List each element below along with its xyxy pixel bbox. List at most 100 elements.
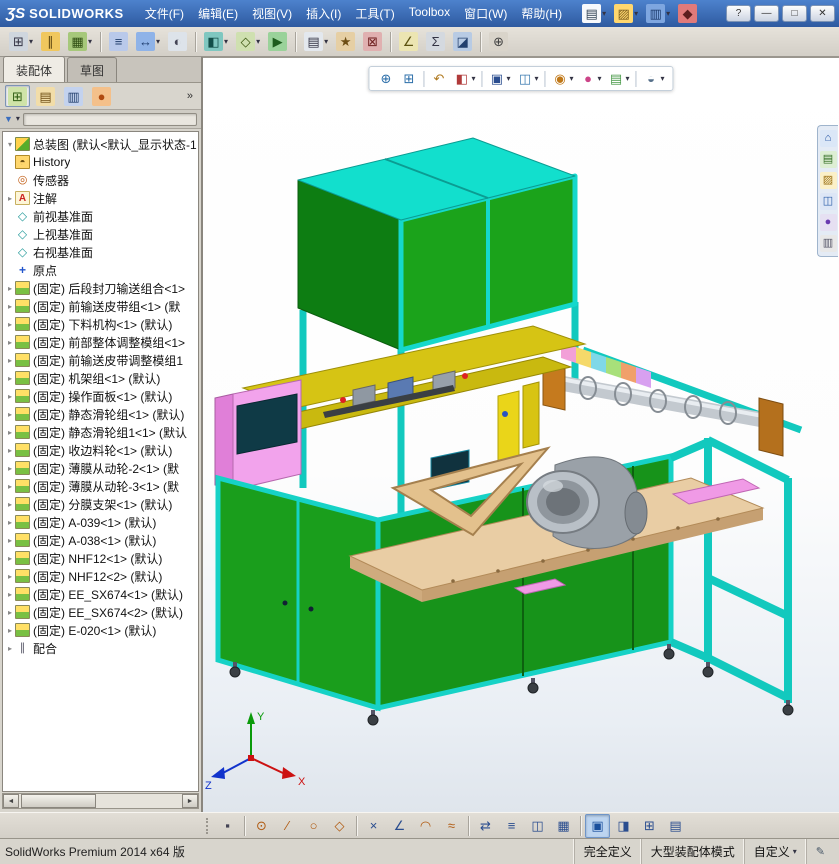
scroll-track[interactable] bbox=[19, 794, 182, 808]
tree-item-component[interactable]: ▸ (固定) A-038<1> (默认) bbox=[5, 531, 198, 549]
menu-tools[interactable]: 工具(T) bbox=[348, 1, 401, 26]
dropdown-arrow-icon[interactable]: ▾ bbox=[224, 37, 228, 47]
assembly-3d-model[interactable]: Y X Z bbox=[203, 58, 839, 812]
rebuild-icon[interactable]: ◆ bbox=[675, 2, 700, 26]
dropdown-arrow-icon[interactable]: ▾ bbox=[602, 9, 606, 19]
save-icon[interactable]: ▥ ▾ bbox=[643, 2, 673, 26]
expand-caret-icon[interactable]: ▸ bbox=[5, 284, 15, 293]
file-explorer-icon[interactable]: ▨ bbox=[819, 171, 838, 190]
expand-caret-icon[interactable]: ▸ bbox=[5, 356, 15, 365]
menu-toolbox[interactable]: Toolbox bbox=[402, 1, 457, 26]
menu-view[interactable]: 视图(V) bbox=[245, 1, 299, 26]
expand-caret-icon[interactable]: ▸ bbox=[5, 482, 15, 491]
tree-item-annotations[interactable]: ▸ A 注解 bbox=[5, 189, 198, 207]
exploded-view-icon[interactable]: ★ bbox=[333, 30, 358, 54]
tree-item-component[interactable]: ▸ (固定) NHF12<1> (默认) bbox=[5, 549, 198, 567]
ellipse-tool-icon[interactable]: ○ bbox=[301, 814, 326, 838]
new-document-icon[interactable]: ▤ ▾ bbox=[579, 2, 609, 26]
view-palette-icon[interactable]: ◫ bbox=[819, 192, 838, 211]
options-icon[interactable]: ⊕ bbox=[486, 30, 511, 54]
polygon-tool-icon[interactable]: ◇ bbox=[327, 814, 352, 838]
graphics-area[interactable]: Y X Z ⊕ ⊞ ↶ ◧ ▾ ▣ ▾ ◫ ▾ ◉ ▾ ● ▾ ▤ ▾ ◒ ▾ bbox=[203, 57, 839, 812]
appearances-icon[interactable]: ● bbox=[819, 213, 838, 232]
tree-item-component[interactable]: ▸ (固定) 收边料轮<1> (默认) bbox=[5, 441, 198, 459]
tree-item-plane[interactable]: ◇ 上视基准面 bbox=[5, 225, 198, 243]
arc-tool-icon[interactable]: ◠ bbox=[413, 814, 438, 838]
select-cursor-icon[interactable]: ▪ bbox=[215, 814, 240, 838]
tab-assembly[interactable]: 装配体 bbox=[3, 56, 66, 82]
menu-edit[interactable]: 编辑(E) bbox=[191, 1, 245, 26]
tree-item-component[interactable]: ▸ (固定) 前输送皮带调整模组1 bbox=[5, 351, 198, 369]
edit-appearance-icon[interactable]: ● ▾ bbox=[577, 68, 605, 89]
display-style-icon[interactable]: ◫ ▾ bbox=[513, 68, 541, 89]
trim-entities-icon[interactable]: × bbox=[361, 814, 386, 838]
dropdown-arrow-icon[interactable]: ▾ bbox=[88, 37, 92, 47]
convert-entities-icon[interactable]: ⇄ bbox=[473, 814, 498, 838]
menu-help[interactable]: 帮助(H) bbox=[514, 1, 569, 26]
move-component-icon[interactable]: ↔ ▾ bbox=[133, 30, 163, 54]
tree-item-component[interactable]: ▸ (固定) EE_SX674<1> (默认) bbox=[5, 585, 198, 603]
filter-funnel-icon[interactable]: ▼ bbox=[4, 113, 13, 125]
apply-scene-icon[interactable]: ▤ ▾ bbox=[605, 68, 633, 89]
panel-expand-chevron[interactable]: » bbox=[184, 88, 196, 104]
dropdown-arrow-icon[interactable]: ▾ bbox=[29, 37, 33, 47]
featuremanager-tree-tab[interactable]: ⊞ bbox=[5, 85, 30, 107]
dropdown-arrow-icon[interactable]: ▾ bbox=[506, 74, 510, 84]
interference-detection-icon[interactable]: ⊠ bbox=[360, 30, 385, 54]
displaymanager-tab[interactable]: ● bbox=[89, 85, 114, 107]
expand-caret-icon[interactable]: ▸ bbox=[5, 194, 15, 203]
status-large-assembly-mode[interactable]: 大型装配体模式 bbox=[640, 839, 744, 864]
tree-item-component[interactable]: ▸ (固定) 操作面板<1> (默认) bbox=[5, 387, 198, 405]
smart-dimension-icon[interactable]: ∠ bbox=[387, 814, 412, 838]
view-orientation-icon[interactable]: ▣ ▾ bbox=[485, 68, 513, 89]
dropdown-arrow-icon[interactable]: ▾ bbox=[626, 74, 630, 84]
tree-horizontal-scrollbar[interactable]: ◄ ► bbox=[2, 793, 199, 809]
dropdown-arrow-icon[interactable]: ▾ bbox=[256, 37, 260, 47]
expand-caret-icon[interactable]: ▸ bbox=[5, 392, 15, 401]
linear-sketch-pattern-icon[interactable]: ▦ bbox=[551, 814, 576, 838]
menu-window[interactable]: 窗口(W) bbox=[457, 1, 514, 26]
tree-item-history[interactable]: ◓ History bbox=[5, 153, 198, 171]
menu-file[interactable]: 文件(F) bbox=[138, 1, 191, 26]
section-view-icon[interactable]: ◧ ▾ bbox=[450, 68, 478, 89]
dropdown-arrow-icon[interactable]: ▾ bbox=[569, 74, 573, 84]
expand-caret-icon[interactable]: ▸ bbox=[5, 626, 15, 635]
tree-item-component[interactable]: ▸ (固定) 下料机构<1> (默认) bbox=[5, 315, 198, 333]
tree-item-component[interactable]: ▸ (固定) 机架组<1> (默认) bbox=[5, 369, 198, 387]
tree-item-component[interactable]: ▸ (固定) NHF12<2> (默认) bbox=[5, 567, 198, 585]
hide-show-items-icon[interactable]: ◉ ▾ bbox=[548, 68, 576, 89]
design-library-icon[interactable]: ▤ bbox=[819, 150, 838, 169]
insert-components-icon[interactable]: ⊞ ▾ bbox=[6, 30, 36, 54]
tree-item-component[interactable]: ▸ (固定) E-020<1> (默认) bbox=[5, 621, 198, 639]
maximize-button[interactable]: □ bbox=[782, 5, 807, 22]
circle-tool-icon[interactable]: ⊙ bbox=[249, 814, 274, 838]
mate-icon[interactable]: ∥ bbox=[38, 30, 63, 54]
tree-root-item[interactable]: ▾ 总装图 (默认<默认_显示状态-1 bbox=[5, 135, 198, 153]
offset-entities-icon[interactable]: ≡ bbox=[499, 814, 524, 838]
tree-item-component[interactable]: ▸ (固定) 前输送皮带组<1> (默 bbox=[5, 297, 198, 315]
dropdown-arrow-icon[interactable]: ▾ bbox=[324, 37, 328, 47]
propertymanager-tab[interactable]: ▤ bbox=[33, 85, 58, 107]
toolbar-grip[interactable] bbox=[206, 817, 211, 834]
mass-properties-icon[interactable]: Σ bbox=[423, 30, 448, 54]
tree-item-component[interactable]: ▸ (固定) 薄膜从动轮-3<1> (默 bbox=[5, 477, 198, 495]
expand-caret-icon[interactable]: ▸ bbox=[5, 500, 15, 509]
operator-panel[interactable] bbox=[214, 379, 302, 491]
previous-view-icon[interactable]: ↶ bbox=[427, 68, 450, 89]
dropdown-arrow-icon[interactable]: ▾ bbox=[534, 74, 538, 84]
dropdown-arrow-icon[interactable]: ▾ bbox=[634, 9, 638, 19]
sketch-icon[interactable]: ▣ bbox=[585, 813, 610, 838]
tree-item-sensors[interactable]: ◎ 传感器 bbox=[5, 171, 198, 189]
expand-caret-icon[interactable]: ▸ bbox=[5, 302, 15, 311]
tree-item-origin[interactable]: + 原点 bbox=[5, 261, 198, 279]
show-hidden-components-icon[interactable]: ◐ bbox=[165, 30, 190, 54]
new-motion-study-icon[interactable]: ▶ bbox=[265, 30, 290, 54]
tree-item-plane[interactable]: ◇ 右视基准面 bbox=[5, 243, 198, 261]
filter-input[interactable] bbox=[22, 112, 197, 126]
tree-item-component[interactable]: ▸ (固定) 后段封刀输送组合<1> bbox=[5, 279, 198, 297]
tree-item-component[interactable]: ▸ (固定) 前部整体调整模组<1> bbox=[5, 333, 198, 351]
help-button[interactable]: ? bbox=[726, 5, 751, 22]
expand-caret-icon[interactable]: ▸ bbox=[5, 410, 15, 419]
scroll-thumb[interactable] bbox=[21, 794, 96, 808]
bill-of-materials-icon[interactable]: ▤ ▾ bbox=[301, 30, 331, 54]
